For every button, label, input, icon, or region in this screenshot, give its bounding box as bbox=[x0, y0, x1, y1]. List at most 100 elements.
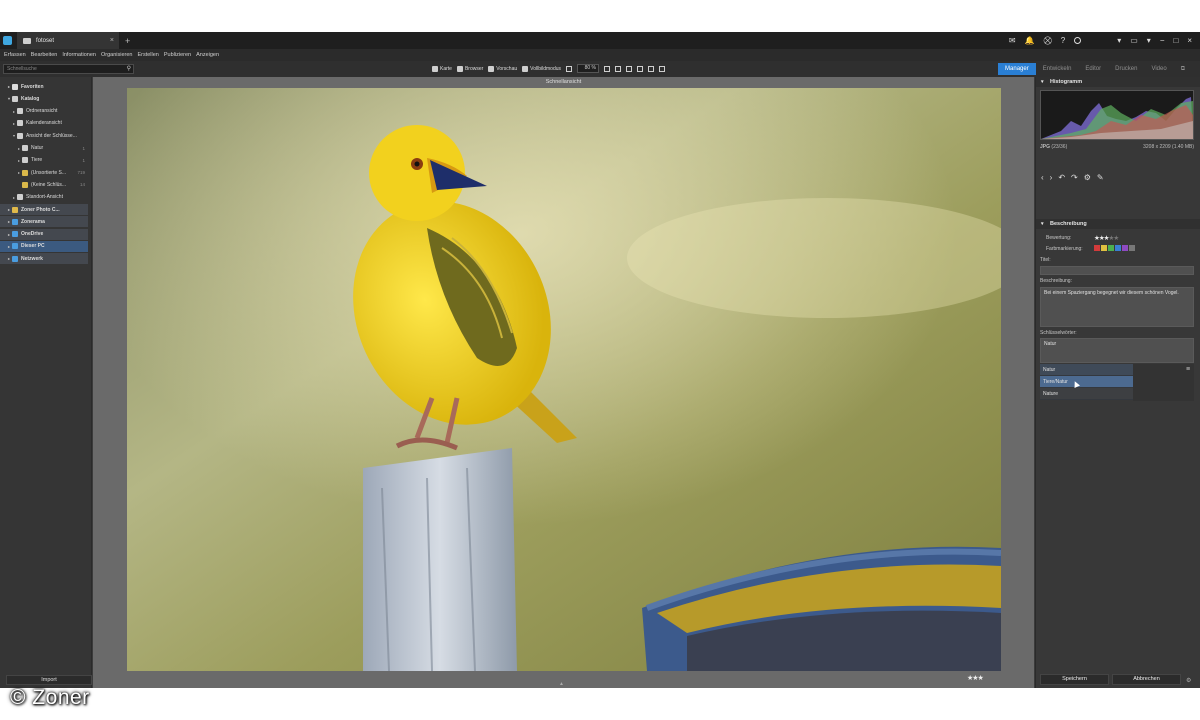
navigator-item[interactable]: ▾ Ansicht der Schlüsse... bbox=[0, 130, 88, 141]
menu-bearbeiten[interactable]: Bearbeiten bbox=[31, 52, 58, 58]
navigator-item[interactable]: ▸ Tiere 1 bbox=[0, 155, 88, 166]
menu-erstellen[interactable]: Erstellen bbox=[137, 52, 158, 58]
maximize-button[interactable]: □ bbox=[1173, 36, 1178, 45]
menu-publizieren[interactable]: Publizieren bbox=[164, 52, 191, 58]
color-swatch[interactable] bbox=[1129, 245, 1135, 251]
folder-icon bbox=[17, 194, 23, 201]
navigator-item[interactable]: ▸ Zoner Photo C... bbox=[0, 204, 88, 215]
menu-organisieren[interactable]: Organisieren bbox=[101, 52, 133, 58]
suggestion-item[interactable]: Nature bbox=[1040, 388, 1133, 400]
view-map-button[interactable]: Karte bbox=[432, 65, 452, 72]
navigator-panel: ▸ Favoriten ▾ Katalog ▸ Ordneransicht ▸ Kalende… bbox=[0, 77, 92, 688]
view-fullscreen-button[interactable]: Vollbildmodus bbox=[522, 65, 561, 72]
folder-icon bbox=[22, 169, 28, 176]
cart-icon[interactable]: ⛒ bbox=[1044, 36, 1052, 46]
description-section-header[interactable]: ▾ Beschreibung bbox=[1036, 219, 1200, 229]
color-swatch[interactable] bbox=[1101, 245, 1107, 251]
folder-icon bbox=[22, 157, 28, 164]
navigator-item[interactable]: ▸ Netzwerk bbox=[0, 253, 88, 265]
file-type: JPG bbox=[1040, 144, 1051, 150]
navigator-item[interactable]: ▸ OneDrive bbox=[0, 228, 88, 240]
color-swatch[interactable] bbox=[1108, 245, 1114, 251]
watermark: © Zoner bbox=[10, 686, 90, 709]
layout-icon[interactable]: ▭ bbox=[1130, 36, 1138, 45]
navigator-item[interactable]: ▸ Natur 1 bbox=[0, 143, 88, 154]
next-icon[interactable]: › bbox=[1050, 173, 1053, 182]
quick-search-input[interactable]: Schnellsuche ⚲ bbox=[3, 64, 134, 74]
rotate-left-icon[interactable]: ↶ bbox=[1058, 173, 1065, 182]
menu-informationen[interactable]: Informationen bbox=[62, 52, 96, 58]
rotate-right-icon[interactable]: ↷ bbox=[1071, 173, 1078, 182]
zoom-1to1-icon[interactable] bbox=[604, 65, 611, 72]
keywords-field[interactable]: Natur bbox=[1040, 338, 1194, 363]
tab-editor[interactable]: Editor bbox=[1078, 63, 1108, 75]
previous-icon[interactable]: ‹ bbox=[1041, 173, 1044, 182]
menu-erfassen[interactable]: Erfassen bbox=[4, 52, 26, 58]
navigator-item[interactable]: ▸ Favoriten bbox=[0, 81, 88, 92]
tab-entwickeln[interactable]: Entwickeln bbox=[1036, 63, 1079, 75]
title-field[interactable] bbox=[1040, 266, 1194, 275]
notification-icon[interactable]: 🔔 bbox=[1025, 36, 1035, 45]
navigator-item[interactable]: ▸ Standort-Ansicht bbox=[0, 192, 88, 203]
chat-icon[interactable]: ✉ bbox=[1009, 36, 1016, 45]
menu-anzeigen[interactable]: Anzeigen bbox=[196, 52, 219, 58]
description-section-title: Beschreibung bbox=[1050, 221, 1087, 227]
preview-rating[interactable]: ★★★ bbox=[967, 674, 984, 682]
description-field[interactable]: Bei einem Spaziergang begegnet wir diese… bbox=[1040, 287, 1194, 327]
hamburger-menu-icon[interactable]: ≡ bbox=[1186, 366, 1190, 373]
suggestion-item[interactable]: Tiere/Natur bbox=[1040, 376, 1133, 388]
document-tab[interactable]: fotoset × bbox=[17, 32, 119, 49]
import-button[interactable]: Import bbox=[6, 675, 92, 685]
navigator-item-label: OneDrive bbox=[21, 231, 44, 238]
color-swatch[interactable] bbox=[1115, 245, 1121, 251]
preview-title: Schnellansicht bbox=[545, 79, 582, 85]
navigator-item[interactable]: ▸ Zonerama bbox=[0, 216, 88, 228]
help-icon[interactable]: ? bbox=[1061, 36, 1065, 45]
expand-icon[interactable] bbox=[615, 65, 622, 72]
navigator-item[interactable]: ▾ Katalog bbox=[0, 93, 88, 104]
navigator-item-count: 14 bbox=[79, 182, 85, 188]
navigator-item[interactable]: ▸ Dieser PC bbox=[0, 240, 88, 252]
navigator-item[interactable]: ▸ Kalenderansicht bbox=[0, 118, 88, 129]
new-tab-button[interactable]: + bbox=[125, 36, 130, 46]
info-panel: ▾ Histogramm JPG (23/36) 3208 x 2209 (1.… bbox=[1035, 77, 1200, 688]
view-preview-button[interactable]: Vorschau bbox=[488, 65, 517, 72]
cancel-button[interactable]: Abbrechen bbox=[1112, 674, 1181, 685]
navigator-item-label: Ansicht der Schlüsse... bbox=[26, 132, 77, 139]
tab-video[interactable]: Video bbox=[1144, 63, 1173, 75]
color-swatch[interactable] bbox=[1094, 245, 1100, 251]
fit-icon[interactable] bbox=[566, 65, 573, 72]
star-icon[interactable]: ★ bbox=[1113, 235, 1119, 242]
navigator-item[interactable]: ▸ Ordneransicht bbox=[0, 106, 88, 117]
lock-icon[interactable] bbox=[637, 65, 644, 72]
tools-icon[interactable]: ⚙ bbox=[1084, 173, 1091, 182]
navigator-item[interactable]: ▸ (Unsortierte S... 719 bbox=[0, 167, 88, 178]
zoom-level-field[interactable]: 80 % bbox=[577, 64, 600, 73]
view-browser-button[interactable]: Browser bbox=[456, 65, 483, 72]
external-window-icon[interactable]: ⧉ bbox=[1174, 63, 1192, 75]
navigator-item[interactable]: (Keine Schlüs... 14 bbox=[0, 179, 88, 190]
close-button[interactable]: × bbox=[1187, 36, 1192, 45]
layout-dropdown-icon[interactable]: ▾ bbox=[1147, 36, 1151, 45]
user-icon[interactable] bbox=[1074, 37, 1082, 44]
suggestion-item[interactable]: Natur bbox=[1040, 364, 1133, 376]
tab-drucken[interactable]: Drucken bbox=[1108, 63, 1144, 75]
search-icon[interactable]: ⚲ bbox=[127, 65, 131, 73]
dropdown-icon[interactable]: ▾ bbox=[1117, 36, 1121, 45]
filmstrip-toggle-icon[interactable]: ▲ bbox=[559, 681, 564, 687]
edit-icon[interactable]: ✎ bbox=[1097, 173, 1104, 182]
minimize-button[interactable]: − bbox=[1160, 36, 1165, 45]
color-swatch[interactable] bbox=[1122, 245, 1128, 251]
rating-stars[interactable]: ★★★★★ bbox=[1094, 234, 1119, 242]
magnifier-icon[interactable] bbox=[648, 65, 655, 72]
save-button[interactable]: Speichern bbox=[1040, 674, 1109, 685]
collapse-icon: ▾ bbox=[1041, 221, 1044, 227]
warning-overlay-icon[interactable] bbox=[659, 65, 666, 72]
compare-icon[interactable] bbox=[626, 65, 633, 72]
settings-icon[interactable]: ⚙ bbox=[1186, 677, 1191, 684]
photo-preview[interactable] bbox=[127, 88, 1001, 671]
folder-icon bbox=[17, 120, 23, 127]
tab-close-button[interactable]: × bbox=[110, 37, 114, 44]
histogram-section-header[interactable]: ▾ Histogramm bbox=[1036, 77, 1200, 87]
tab-manager[interactable]: Manager bbox=[998, 63, 1036, 75]
